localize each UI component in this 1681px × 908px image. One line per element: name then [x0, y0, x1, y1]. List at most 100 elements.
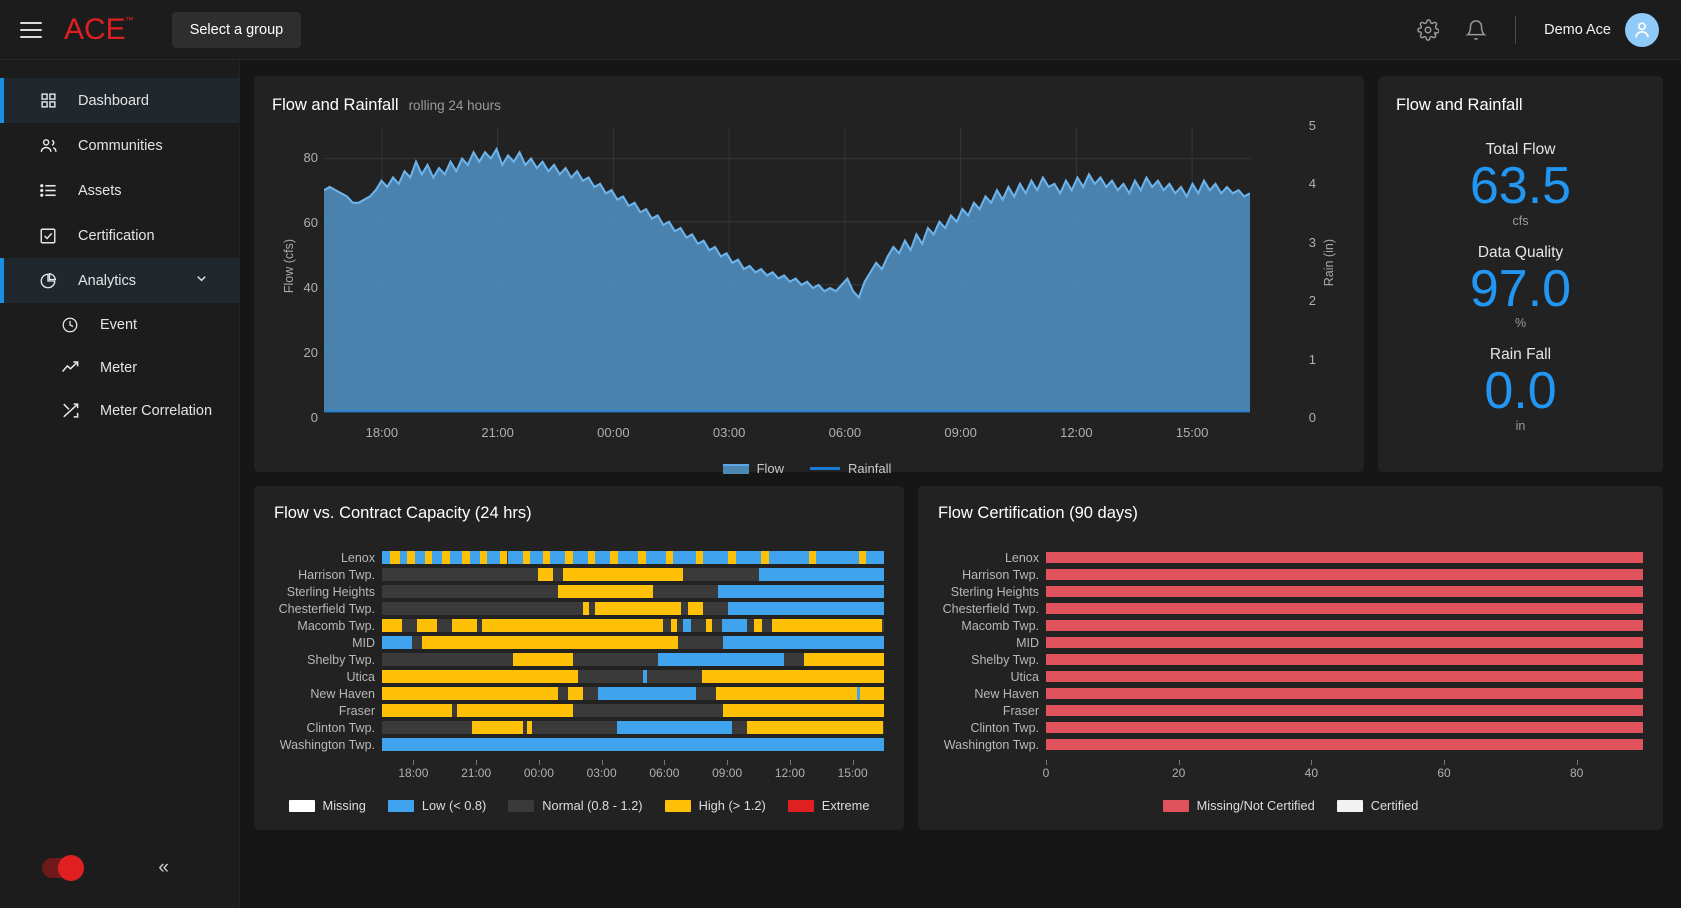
certification-bars: LenoxHarrison Twp.Sterling HeightsCheste… — [938, 549, 1643, 753]
gantt-segment-high — [480, 551, 488, 564]
gantt-segment-high — [859, 551, 867, 564]
x-tickmark — [853, 760, 854, 765]
gantt-row-label: Clinton Twp. — [274, 721, 382, 735]
gantt-row[interactable]: Washington Twp. — [274, 736, 884, 753]
avatar[interactable] — [1625, 13, 1659, 47]
legend-item[interactable]: Low (< 0.8) — [388, 798, 486, 813]
legend-item[interactable]: Normal (0.8 - 1.2) — [508, 798, 642, 813]
gantt-row[interactable]: Fraser — [274, 702, 884, 719]
sidebar-item-meter-correlation[interactable]: Meter Correlation — [22, 389, 239, 432]
gantt-row-label: Utica — [274, 670, 382, 684]
x-tick-label: 06:00 — [829, 425, 862, 440]
table-row[interactable]: Lenox — [938, 549, 1643, 566]
gantt-segment-normal — [402, 619, 417, 632]
legend-item-flow[interactable]: Flow — [723, 461, 784, 476]
gantt-row[interactable]: New Haven — [274, 685, 884, 702]
gantt-segment-high — [558, 585, 653, 598]
table-row[interactable]: Fraser — [938, 702, 1643, 719]
sidebar-item-analytics[interactable]: Analytics — [0, 258, 239, 303]
gantt-segment-high — [723, 704, 884, 717]
bar-fill — [1046, 569, 1643, 580]
kpi-data-quality: Data Quality 97.0 % — [1396, 244, 1645, 331]
table-row[interactable]: MID — [938, 634, 1643, 651]
y-tick-label: 40 — [292, 280, 318, 295]
gantt-row[interactable]: Shelby Twp. — [274, 651, 884, 668]
legend-item[interactable]: Missing — [289, 798, 366, 813]
gantt-row-label: Macomb Twp. — [274, 619, 382, 633]
gantt-segment-low — [658, 653, 784, 666]
table-row[interactable]: Harrison Twp. — [938, 566, 1643, 583]
legend-label: Low (< 0.8) — [422, 798, 486, 813]
gantt-row[interactable]: Clinton Twp. — [274, 719, 884, 736]
legend-item[interactable]: Missing/Not Certified — [1163, 798, 1315, 813]
x-tick-label: 18:00 — [366, 425, 399, 440]
table-row[interactable]: New Haven — [938, 685, 1643, 702]
gantt-segment-normal — [747, 619, 755, 632]
sidebar-item-event[interactable]: Event — [22, 303, 239, 346]
clock-icon — [60, 315, 80, 335]
gantt-row[interactable]: MID — [274, 634, 884, 651]
legend-label: High (> 1.2) — [699, 798, 766, 813]
gantt-segment-high — [588, 551, 596, 564]
sidebar: Dashboard Communities — [0, 60, 240, 908]
top-header: ACE ™ Select a group Demo Ace — [0, 0, 1681, 60]
gear-icon[interactable] — [1417, 19, 1439, 41]
bell-icon[interactable] — [1465, 19, 1487, 41]
gantt-row[interactable]: Macomb Twp. — [274, 617, 884, 634]
collapse-sidebar-button[interactable]: « — [158, 857, 167, 879]
gantt-row[interactable]: Lenox — [274, 549, 884, 566]
bar-row-label: Macomb Twp. — [938, 619, 1046, 633]
theme-toggle[interactable] — [42, 858, 82, 878]
table-row[interactable]: Clinton Twp. — [938, 719, 1643, 736]
gantt-row[interactable]: Utica — [274, 668, 884, 685]
legend-item[interactable]: Certified — [1337, 798, 1419, 813]
hamburger-icon[interactable] — [20, 22, 42, 38]
x-tickmark — [602, 760, 603, 765]
sidebar-item-communities[interactable]: Communities — [0, 123, 239, 168]
table-row[interactable]: Sterling Heights — [938, 583, 1643, 600]
gantt-segment-high — [809, 551, 817, 564]
rainfall-legend-swatch — [810, 467, 840, 470]
sidebar-item-assets[interactable]: Assets — [0, 168, 239, 213]
gantt-row[interactable]: Chesterfield Twp. — [274, 600, 884, 617]
gantt-segment-low — [723, 636, 884, 649]
gantt-segment-high — [638, 551, 646, 564]
legend-item-rainfall[interactable]: Rainfall — [810, 461, 891, 476]
gantt-row[interactable]: Harrison Twp. — [274, 566, 884, 583]
table-row[interactable]: Washington Twp. — [938, 736, 1643, 753]
gantt-segment-high — [462, 551, 470, 564]
flow-rainfall-chart-card: Flow and Rainfall rolling 24 hours Flow … — [254, 76, 1364, 472]
flow-card-header: Flow and Rainfall rolling 24 hours — [272, 96, 1342, 115]
gantt-segment-low — [487, 551, 500, 564]
table-row[interactable]: Shelby Twp. — [938, 651, 1643, 668]
sidebar-item-certification[interactable]: Certification — [0, 213, 239, 258]
capacity-legend: Missing Low (< 0.8) Normal (0.8 - 1.2) High… — [274, 798, 884, 813]
gantt-segment-normal — [647, 670, 702, 683]
x-tick-label: 40 — [1305, 766, 1318, 780]
table-row[interactable]: Utica — [938, 668, 1643, 685]
table-row[interactable]: Macomb Twp. — [938, 617, 1643, 634]
gantt-segment-high — [382, 687, 558, 700]
legend-item[interactable]: Extreme — [788, 798, 870, 813]
certification-legend: Missing/Not Certified Certified — [938, 798, 1643, 813]
legend-item[interactable]: High (> 1.2) — [665, 798, 766, 813]
gantt-segment-low — [728, 602, 884, 615]
grid-icon — [38, 91, 58, 111]
table-row[interactable]: Chesterfield Twp. — [938, 600, 1643, 617]
sidebar-item-dashboard[interactable]: Dashboard — [0, 78, 239, 123]
gantt-segment-high — [500, 551, 508, 564]
bar-track — [1046, 722, 1643, 733]
gantt-segment-high — [442, 551, 450, 564]
rain-y-axis-title: Rain (in) — [1322, 239, 1336, 286]
x-tickmark — [1577, 760, 1578, 765]
y2-tick-label: 0 — [1309, 410, 1316, 425]
gantt-segment-high — [538, 568, 553, 581]
sidebar-item-label: Assets — [78, 183, 122, 199]
select-group-button[interactable]: Select a group — [172, 12, 302, 48]
chevron-down-icon[interactable] — [194, 271, 209, 290]
gantt-segment-normal — [558, 687, 568, 700]
gantt-track — [382, 687, 884, 700]
sidebar-item-meter[interactable]: Meter — [22, 346, 239, 389]
gantt-row[interactable]: Sterling Heights — [274, 583, 884, 600]
gantt-segment-normal — [437, 619, 452, 632]
